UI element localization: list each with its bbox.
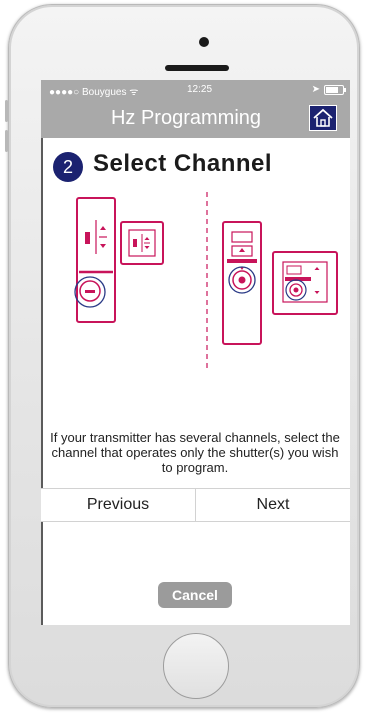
nav-bar: Hz Programming xyxy=(41,100,350,138)
step-title: Select Channel xyxy=(93,150,273,177)
earpiece-speaker xyxy=(165,65,229,71)
instruction-text: If your transmitter has several channels… xyxy=(50,430,340,475)
screen: ●●●●○ Bouygues ᯤ 12:25 ➤ Hz Programming … xyxy=(41,80,350,625)
volume-button xyxy=(5,100,8,122)
remote-right xyxy=(222,221,262,345)
nav-title: Hz Programming xyxy=(110,107,262,129)
home-nav-button[interactable] xyxy=(309,105,337,131)
step-number-badge: 2 xyxy=(53,152,83,182)
next-button[interactable]: Next xyxy=(195,489,350,521)
transmitter-illustration xyxy=(74,192,338,370)
cancel-button[interactable]: Cancel xyxy=(158,582,232,608)
remote-left xyxy=(74,197,116,323)
location-arrow-icon: ➤ xyxy=(311,84,320,95)
battery-icon xyxy=(324,84,346,95)
navigation-buttons: Previous Next xyxy=(41,488,350,522)
home-button[interactable] xyxy=(163,633,229,699)
status-bar: ●●●●○ Bouygues ᯤ 12:25 ➤ xyxy=(41,80,350,100)
front-camera xyxy=(199,37,209,47)
volume-button xyxy=(5,130,8,152)
wall-switch-left xyxy=(120,221,164,265)
wall-switch-right xyxy=(272,251,338,315)
status-icons: ➤ xyxy=(311,84,346,95)
stage: ●●●●○ Bouygues ᯤ 12:25 ➤ Hz Programming … xyxy=(0,0,366,713)
carrier-label: ●●●●○ Bouygues ᯤ xyxy=(49,87,139,98)
content-area: 2 Select Channel If your transmitter has… xyxy=(41,138,350,625)
clock: 12:25 xyxy=(187,84,213,95)
previous-button[interactable]: Previous xyxy=(41,489,195,521)
home-icon xyxy=(313,108,333,127)
